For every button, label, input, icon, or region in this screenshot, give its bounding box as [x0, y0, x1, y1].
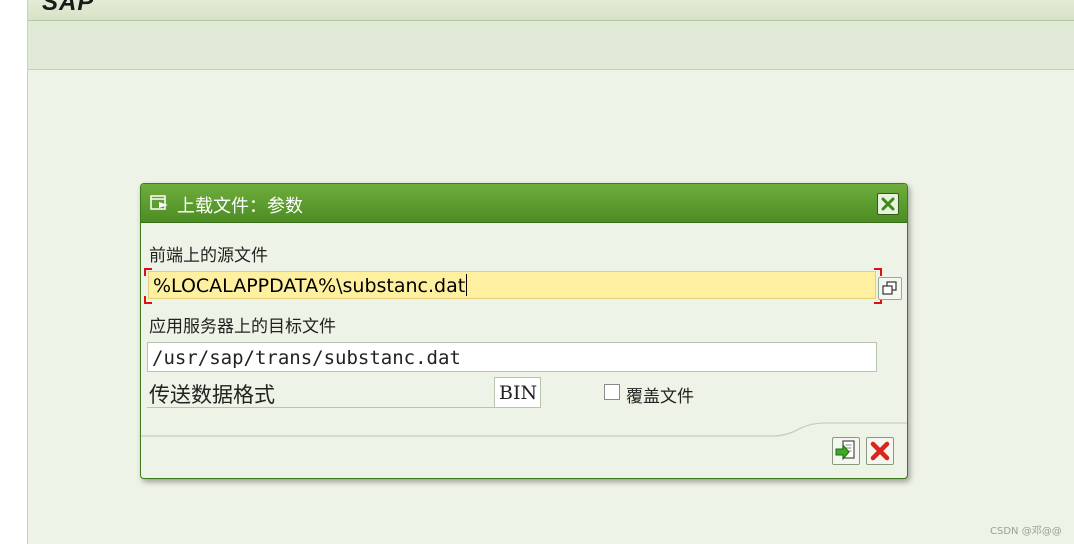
- sap-logo: SAP: [42, 0, 95, 16]
- transfer-format-value: BIN: [499, 382, 538, 404]
- format-row-underline: [147, 407, 539, 408]
- overwrite-file-checkbox[interactable]: [604, 384, 620, 400]
- text-cursor: [466, 274, 468, 296]
- source-file-value: %LOCALAPPDATA%\substanc.dat: [153, 275, 466, 297]
- cancel-x-icon: [870, 441, 890, 461]
- cancel-button[interactable]: [866, 437, 894, 465]
- close-icon: [881, 197, 895, 211]
- footer-separator: [141, 422, 907, 437]
- watermark-text: CSDN @邓@@: [990, 526, 1062, 537]
- continue-button[interactable]: [832, 437, 860, 465]
- transfer-execute-icon: [835, 440, 855, 461]
- dialog-title: 上载文件：参数: [177, 196, 303, 217]
- focus-corner-bl: [144, 296, 152, 304]
- target-file-value: /usr/sap/trans/substanc.dat: [152, 347, 461, 369]
- focus-corner-tl: [144, 268, 152, 276]
- close-button[interactable]: [877, 193, 899, 215]
- upload-parameters-dialog: 上载文件：参数 前端上的源文件 %LOCALAPPDATA%\substanc.…: [140, 183, 908, 479]
- dialog-header: 上载文件：参数: [141, 184, 907, 223]
- focus-corner-tr: [874, 268, 882, 276]
- dialog-window-icon: [150, 195, 168, 210]
- transfer-format-label: 传送数据格式: [149, 383, 275, 407]
- value-help-button[interactable]: [878, 277, 902, 300]
- transfer-format-input[interactable]: BIN: [494, 377, 541, 408]
- target-file-label: 应用服务器上的目标文件: [149, 317, 336, 337]
- copy-windows-icon: [882, 281, 897, 295]
- title-bar: SAP: [28, 0, 1074, 21]
- source-file-input[interactable]: %LOCALAPPDATA%\substanc.dat: [148, 271, 876, 299]
- application-toolbar: [28, 21, 1074, 70]
- source-file-label: 前端上的源文件: [149, 246, 268, 266]
- target-file-input[interactable]: /usr/sap/trans/substanc.dat: [147, 342, 877, 372]
- overwrite-file-label: 覆盖文件: [626, 387, 694, 407]
